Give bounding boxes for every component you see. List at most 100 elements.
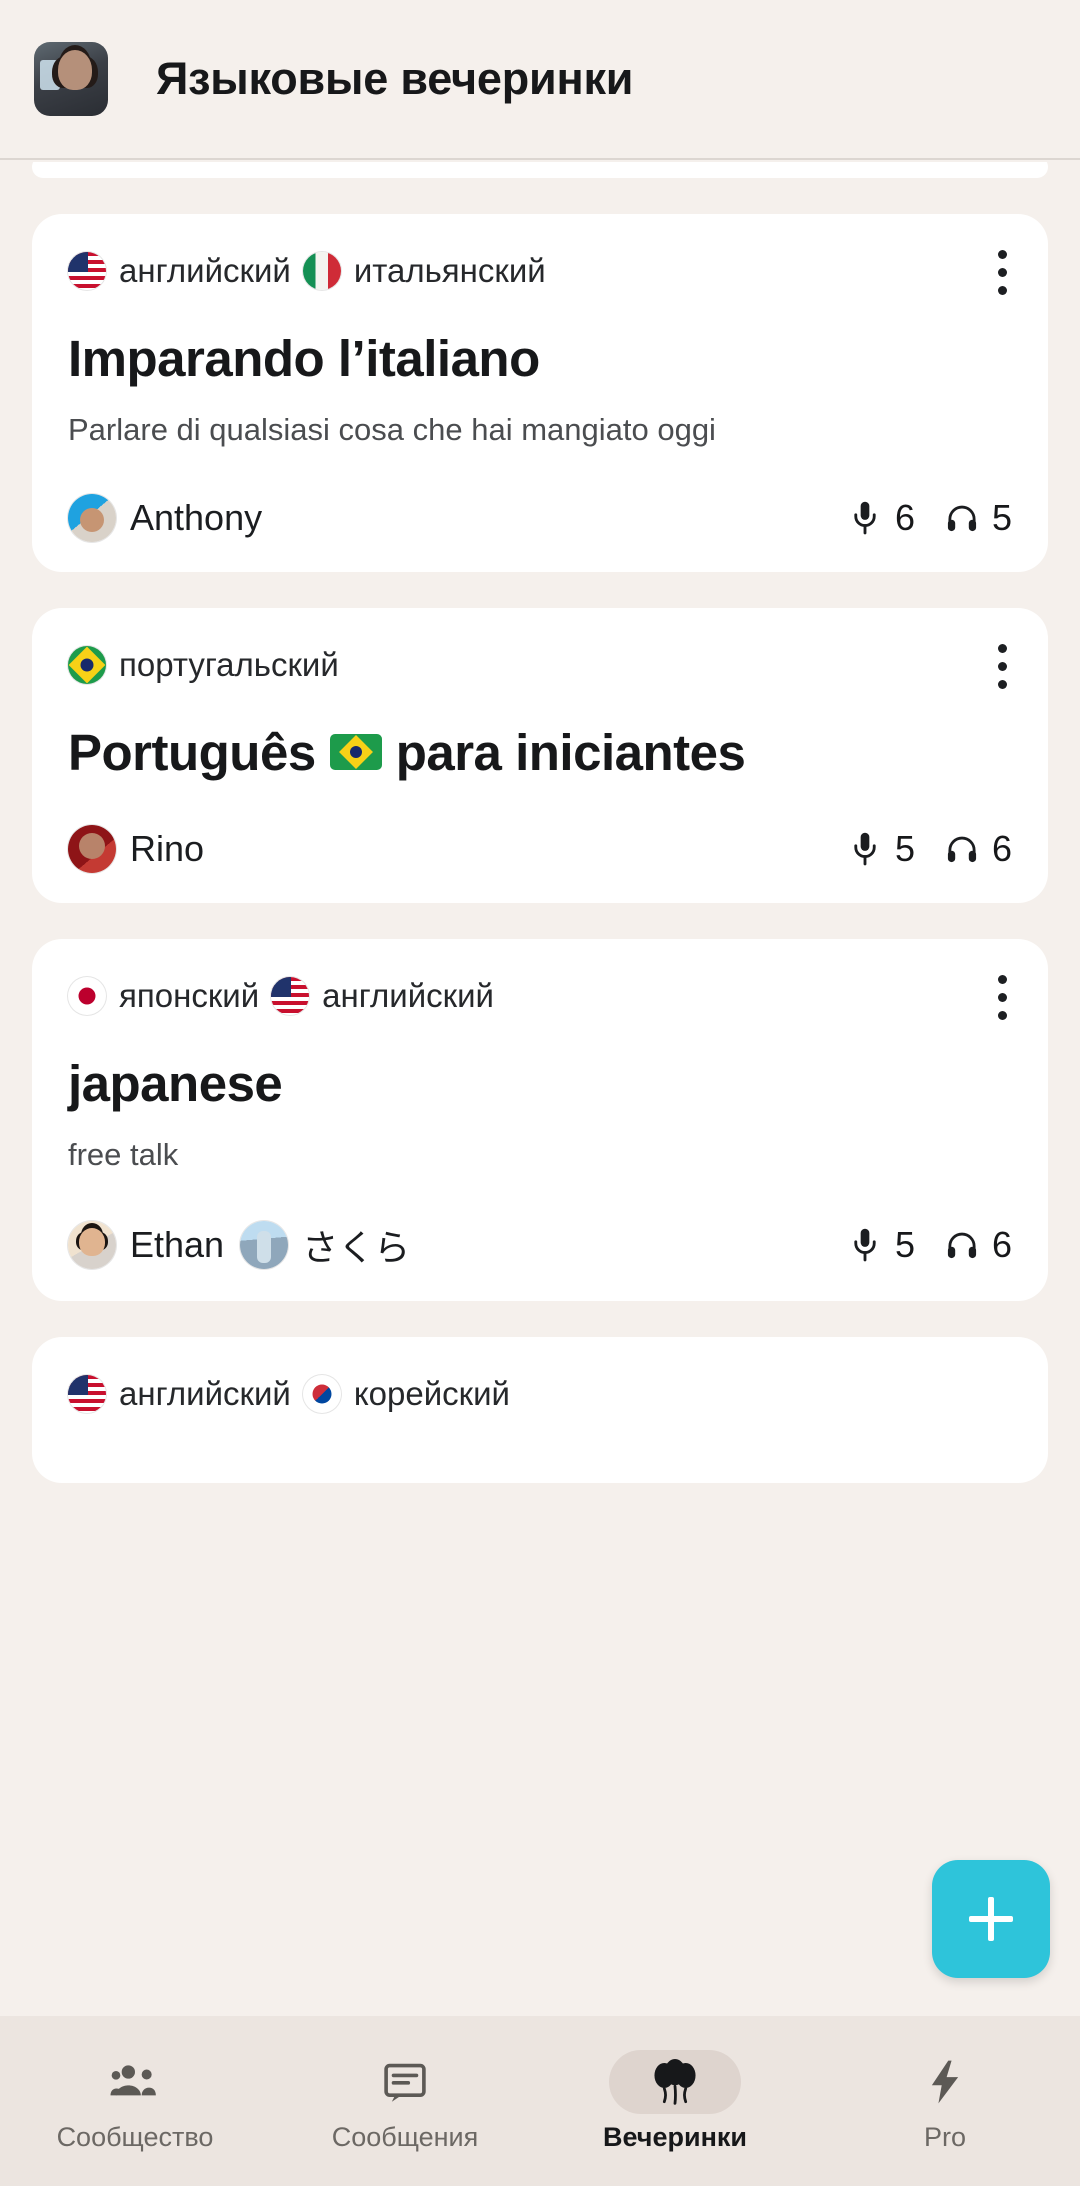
flag-us-icon bbox=[68, 252, 106, 290]
app-screen: Языковые вечеринки английский итальянски… bbox=[0, 0, 1080, 2186]
microphone-icon bbox=[848, 830, 882, 868]
language-label: английский bbox=[322, 976, 494, 1014]
host-list: Rino bbox=[68, 824, 205, 873]
listener-count-value: 6 bbox=[991, 1223, 1012, 1265]
host-list: Anthony bbox=[68, 493, 263, 542]
language-label: итальянский bbox=[353, 252, 546, 289]
speaker-count-value: 5 bbox=[894, 1223, 915, 1265]
party-title: Imparando l’italiano bbox=[68, 330, 1012, 387]
nav-item-community[interactable]: Сообщество bbox=[0, 2050, 270, 2153]
microphone-icon bbox=[848, 499, 882, 537]
language-label: английский bbox=[119, 252, 291, 289]
dot bbox=[997, 661, 1007, 671]
flag-jp-icon bbox=[68, 976, 106, 1015]
host[interactable]: Ethan bbox=[68, 1220, 225, 1269]
party-title-text: Imparando l’italiano bbox=[68, 330, 540, 387]
dot bbox=[997, 1010, 1007, 1020]
speaker-count-value: 6 bbox=[894, 496, 915, 538]
host-name: Anthony bbox=[130, 496, 263, 538]
microphone-icon bbox=[848, 1226, 882, 1264]
host[interactable]: Rino bbox=[68, 824, 205, 873]
party-card-japanese[interactable]: японский английский japanese free talk E… bbox=[32, 938, 1048, 1301]
speaker-count-value: 5 bbox=[894, 827, 915, 869]
party-subtitle: free talk bbox=[68, 1137, 179, 1173]
headphones-icon bbox=[945, 499, 979, 537]
host-name: Ethan bbox=[130, 1223, 225, 1265]
plus-icon bbox=[969, 1897, 1013, 1941]
speaker-count: 5 bbox=[848, 828, 915, 870]
party-title-tail: para iniciantes bbox=[395, 723, 746, 781]
language-label: английский bbox=[119, 1374, 291, 1412]
flag-br-icon bbox=[329, 734, 382, 771]
card-more-options-button[interactable] bbox=[996, 974, 1008, 1020]
party-title-text: japanese bbox=[68, 1054, 283, 1112]
flag-it-icon bbox=[302, 252, 341, 290]
host-name: Rino bbox=[130, 827, 205, 869]
host[interactable]: さくら bbox=[240, 1219, 410, 1271]
host-avatar bbox=[68, 1220, 116, 1269]
language-tag: японский bbox=[68, 976, 260, 1015]
nav-item-parties[interactable]: Вечеринки bbox=[540, 2049, 810, 2153]
dot bbox=[997, 286, 1007, 295]
listener-count-value: 5 bbox=[991, 496, 1012, 538]
previous-card-peek[interactable] bbox=[32, 162, 1048, 178]
host-avatar bbox=[68, 824, 116, 873]
listener-count: 6 bbox=[945, 828, 1012, 870]
party-subtitle: Parlare di qualsiasi cosa che hai mangia… bbox=[68, 412, 716, 448]
host-avatar bbox=[240, 1220, 289, 1269]
flag-br-icon bbox=[68, 645, 106, 684]
community-icon bbox=[110, 2059, 160, 2105]
host-list: Ethan さくら bbox=[68, 1219, 410, 1271]
party-title-text: Português bbox=[68, 723, 316, 781]
pro-lightning-icon bbox=[920, 2059, 970, 2105]
host-name: さくら bbox=[302, 1226, 411, 1268]
nav-label: Вечеринки bbox=[602, 2121, 748, 2152]
party-stats: 5 6 bbox=[848, 1224, 1012, 1266]
flag-us-icon bbox=[271, 976, 310, 1015]
listener-count: 5 bbox=[945, 497, 1012, 539]
dot bbox=[997, 643, 1007, 653]
flag-us-icon bbox=[68, 1374, 106, 1413]
dot bbox=[997, 992, 1007, 1002]
language-tags: английский корейский bbox=[68, 1374, 1012, 1413]
app-header: Языковые вечеринки bbox=[0, 0, 1080, 160]
messages-icon bbox=[380, 2059, 430, 2105]
party-footer: Ethan さくら 5 6 bbox=[68, 1219, 1012, 1271]
parties-balloons-icon bbox=[650, 2058, 700, 2105]
party-stats: 5 6 bbox=[848, 828, 1012, 870]
listener-count: 6 bbox=[945, 1224, 1012, 1266]
avatar[interactable] bbox=[34, 42, 108, 116]
card-more-options-button[interactable] bbox=[996, 250, 1008, 295]
party-card-english-korean[interactable]: английский корейский bbox=[32, 1336, 1048, 1483]
speaker-count: 6 bbox=[848, 497, 915, 539]
language-tag: корейский bbox=[302, 1374, 510, 1413]
party-list[interactable]: английский итальянский Imparando l’itali… bbox=[0, 162, 1080, 2016]
headphones-icon bbox=[945, 1226, 979, 1264]
language-tag: английский bbox=[271, 976, 494, 1015]
party-stats: 6 5 bbox=[848, 497, 1012, 539]
listener-count-value: 6 bbox=[991, 827, 1012, 869]
party-title: Português para iniciantes bbox=[68, 724, 1012, 781]
party-footer: Rino 5 6 bbox=[68, 824, 1012, 873]
card-more-options-button[interactable] bbox=[996, 643, 1008, 689]
party-card-portugues-para-iniciantes[interactable]: португальский Português para iniciantes … bbox=[32, 607, 1048, 903]
speaker-count: 5 bbox=[848, 1224, 915, 1266]
language-tag: английский bbox=[68, 1374, 291, 1413]
create-party-fab[interactable] bbox=[932, 1860, 1050, 1978]
party-card-imparando-litaliano[interactable]: английский итальянский Imparando l’itali… bbox=[32, 214, 1048, 572]
language-tag: английский bbox=[68, 252, 291, 290]
host-avatar bbox=[68, 493, 116, 542]
nav-item-messages[interactable]: Сообщения bbox=[270, 2050, 540, 2153]
headphones-icon bbox=[945, 830, 979, 868]
language-label: японский bbox=[119, 976, 260, 1014]
nav-label: Сообщения bbox=[331, 2121, 479, 2152]
party-title: japanese bbox=[68, 1055, 1012, 1112]
dot bbox=[997, 250, 1007, 259]
language-tag: португальский bbox=[68, 645, 339, 684]
nav-item-pro[interactable]: Pro bbox=[810, 2050, 1080, 2153]
language-tags: японский английский bbox=[68, 976, 1012, 1015]
language-tag: итальянский bbox=[302, 252, 546, 290]
page-title: Языковые вечеринки bbox=[156, 53, 634, 104]
host[interactable]: Anthony bbox=[68, 493, 263, 542]
bottom-navigation: Сообщество Сообщения Вечеринки Pro bbox=[0, 2016, 1080, 2186]
